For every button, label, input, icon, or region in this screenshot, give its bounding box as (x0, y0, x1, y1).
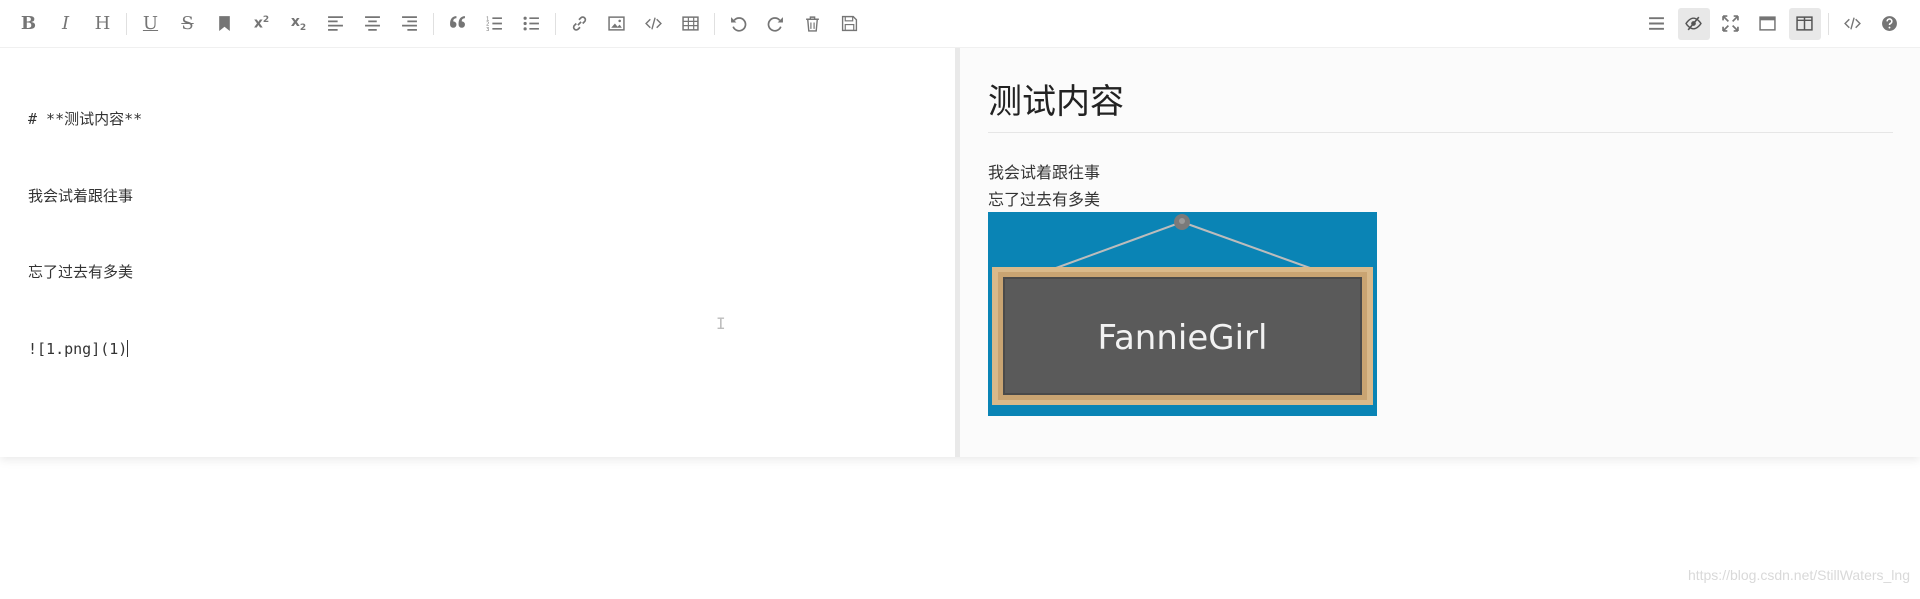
toolbar-left: B I H U S x2 x2 1 2 3 (10, 0, 868, 47)
save-icon (841, 15, 858, 32)
toolbar-separator (1828, 12, 1829, 35)
editor-line: 我会试着跟往事 (28, 186, 134, 205)
superscript-icon: x2 (253, 15, 270, 32)
mark-button[interactable] (209, 8, 241, 40)
bold-button[interactable]: B (13, 8, 45, 40)
superscript-button[interactable]: x2 (246, 8, 278, 40)
editor-line-current: ![1.png](1) (28, 337, 142, 363)
subfield-button[interactable] (1788, 7, 1821, 40)
redo-button[interactable] (760, 8, 792, 40)
align-right-button[interactable] (394, 8, 426, 40)
watermark: https://blog.csdn.net/StillWaters_lng (1687, 567, 1910, 583)
strikethrough-icon: S (181, 12, 194, 34)
navigation-icon (1649, 17, 1664, 30)
undo-button[interactable] (723, 8, 755, 40)
editor-text[interactable]: # **测试内容** 我会试着跟往事 忘了过去有多美 ![1.png](1) (28, 56, 142, 413)
toolbar-separator (555, 12, 556, 35)
help-icon (1882, 16, 1897, 31)
chalkboard-sign-illustration (992, 214, 1373, 405)
underline-icon: U (142, 12, 159, 34)
preview-paragraph: 我会试着跟往事 忘了过去有多美 (988, 159, 1100, 213)
preview-image: FannieGirl (988, 212, 1377, 416)
align-left-icon (328, 16, 343, 31)
toolbar: B I H U S x2 x2 1 2 3 (0, 0, 1920, 48)
code-button[interactable] (638, 8, 670, 40)
heading-icon: H (94, 12, 111, 34)
strikethrough-button[interactable]: S (172, 8, 204, 40)
unordered-list-icon (523, 16, 539, 31)
markdown-input[interactable]: # **测试内容** 我会试着跟往事 忘了过去有多美 ![1.png](1) I (0, 48, 955, 457)
html-code-icon (1844, 17, 1861, 30)
preview-eye-icon (1685, 16, 1702, 31)
preview-heading: 测试内容 (988, 82, 1893, 133)
quote-icon (450, 16, 465, 28)
html-code-button[interactable] (1837, 8, 1869, 40)
image-caption-text: FannieGirl (1097, 318, 1268, 358)
preview-line: 我会试着跟往事 (988, 163, 1101, 182)
ordered-list-icon: 123 (486, 16, 502, 32)
save-button[interactable] (834, 8, 866, 40)
toolbar-separator (126, 12, 127, 35)
redo-icon (767, 17, 783, 32)
subscript-button[interactable]: x2 (283, 8, 315, 40)
markdown-editor: B I H U S x2 x2 1 2 3 # **测试内容** 我会试着跟往事… (0, 0, 1920, 457)
align-center-button[interactable] (357, 8, 389, 40)
trash-icon (806, 16, 819, 32)
preview-toggle-button[interactable] (1677, 7, 1710, 40)
toolbar-separator (433, 12, 434, 35)
quote-button[interactable] (442, 8, 474, 40)
align-center-icon (365, 16, 380, 31)
svg-text:3: 3 (486, 27, 489, 32)
preview-line: 忘了过去有多美 (988, 190, 1101, 209)
bookmark-icon (219, 16, 230, 31)
align-left-button[interactable] (320, 8, 352, 40)
table-icon (682, 16, 699, 31)
underline-button[interactable]: U (135, 8, 167, 40)
table-button[interactable] (675, 8, 707, 40)
toolbar-right (1638, 0, 1908, 47)
text-caret (127, 339, 129, 357)
code-icon (645, 17, 662, 30)
toolbar-separator (714, 12, 715, 35)
ordered-list-button[interactable]: 123 (479, 8, 511, 40)
help-button[interactable] (1874, 8, 1906, 40)
image-button[interactable] (601, 8, 633, 40)
link-icon (572, 16, 587, 31)
preview-pane: 测试内容 我会试着跟往事 忘了过去有多美 FannieGirl (960, 48, 1920, 457)
fullscreen-icon (1722, 15, 1739, 32)
bold-icon: B (20, 12, 37, 34)
read-mode-button[interactable] (1752, 8, 1784, 40)
image-icon (608, 16, 625, 31)
editor-line: 忘了过去有多美 (28, 263, 134, 281)
subscript-icon: x2 (290, 14, 307, 33)
italic-button[interactable]: I (50, 8, 82, 40)
align-right-icon (402, 16, 417, 31)
italic-icon: I (61, 12, 70, 34)
navigation-button[interactable] (1641, 8, 1673, 40)
heading-button[interactable]: H (87, 8, 119, 40)
fullscreen-button[interactable] (1715, 8, 1747, 40)
unordered-list-button[interactable] (516, 8, 548, 40)
undo-icon (731, 17, 747, 32)
read-mode-icon (1759, 16, 1776, 31)
subfield-icon (1796, 16, 1813, 31)
link-button[interactable] (564, 8, 596, 40)
ibeam-cursor-icon: I (716, 314, 726, 333)
editor-line: # **测试内容** (28, 110, 143, 128)
clear-button[interactable] (797, 8, 829, 40)
editor-line-text: ![1.png](1) (28, 339, 128, 358)
